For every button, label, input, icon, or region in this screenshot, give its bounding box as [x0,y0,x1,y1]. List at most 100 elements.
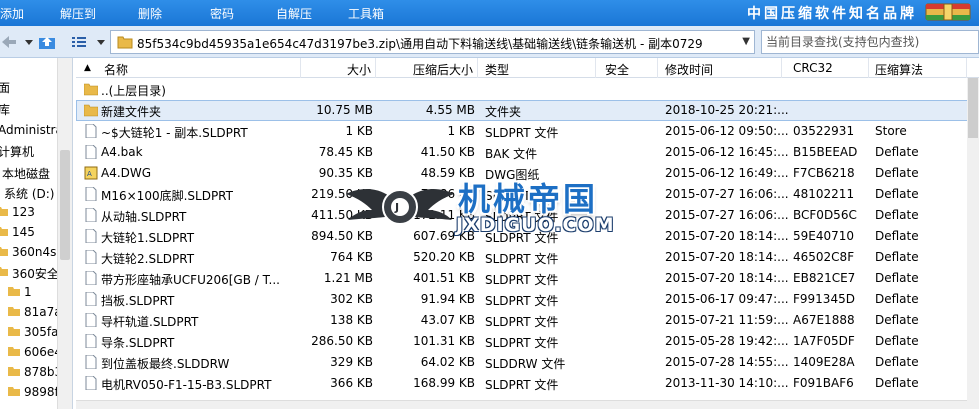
file-packed-size: 520.20 KB [413,250,475,264]
view-list-icon[interactable] [70,34,88,50]
file-size: 302 KB [330,292,373,306]
self-extract-button[interactable]: 自解压 [276,5,312,22]
up-folder-icon[interactable] [38,34,56,50]
file-modified: 2015-05-28 19:42:... [665,334,789,348]
file-modified: 2015-07-27 16:06:... [665,208,789,222]
table-row[interactable]: 导条.SLDPRT 286.50 KB 101.31 KB SLDPRT 文件 … [76,331,970,352]
table-row[interactable]: ~$大链轮1 - 副本.SLDPRT 1 KB 1 KB SLDPRT 文件 2… [76,121,970,142]
file-type: SLDPRT 文件 [485,252,559,266]
column-header-crc32[interactable]: CRC32 [782,58,869,78]
delete-button[interactable]: 删除 [138,5,162,22]
file-method: Deflate [875,271,919,285]
file-name: 挡板.SLDPRT [101,294,175,308]
file-icon [85,292,97,306]
file-crc32: 59E40710 [793,229,855,243]
file-method: Deflate [875,376,919,390]
file-icon [85,355,97,369]
table-row[interactable]: 新建文件夹 10.75 MB 4.55 MB 文件夹 2018-10-25 20… [76,100,970,121]
extract-to-button[interactable]: 解压到 [60,5,96,22]
toolbox-button[interactable]: 工具箱 [348,5,384,22]
file-list-scrollbar[interactable] [967,78,979,409]
address-dropdown-icon[interactable]: ▼ [742,36,750,47]
file-packed-size: 64.02 KB [420,355,475,369]
file-modified: 2015-06-12 16:49:... [665,166,789,180]
file-icon [85,145,97,159]
folder-icon [8,367,20,376]
table-row[interactable]: 导杆轨道.SLDPRT 138 KB 43.07 KB SLDPRT 文件 20… [76,310,970,331]
file-crc32: F091BAF6 [793,376,854,390]
svg-text:J: J [394,201,399,214]
table-row[interactable]: 电机RV050-F1-15-B3.SLDPRT 366 KB 168.99 KB… [76,373,970,394]
brand-logo-icon [925,3,971,21]
dropdown-arrow-icon[interactable] [20,34,38,50]
address-bar: 85f534c9bd45935a1e654c47d3197be3.zip\通用自… [0,26,979,58]
tree-scrollbar[interactable] [57,58,72,409]
file-packed-size: 1 KB [447,124,475,138]
file-packed-size: 401.51 KB [413,271,475,285]
table-row[interactable]: A4.bak 78.45 KB 41.50 KB BAK 文件 2015-06-… [76,142,970,163]
table-row[interactable]: 大链轮2.SLDPRT 764 KB 520.20 KB SLDPRT 文件 2… [76,247,970,268]
dwg-icon: A [84,166,98,180]
column-header-type[interactable]: 类型 [478,58,596,78]
file-size: 286.50 KB [311,334,373,348]
file-crc32: A67E1888 [793,313,855,327]
table-row[interactable]: 带方形座轴承UCFU206[GB / T... 1.21 MB 401.51 K… [76,268,970,289]
file-modified: 2015-07-20 18:14:... [665,229,789,243]
tree-scrollbar-thumb[interactable] [60,150,70,260]
file-packed-size: 41.50 KB [420,145,475,159]
folder-icon [84,104,98,117]
file-icon [85,313,97,327]
file-method: Deflate [875,187,919,201]
column-header-modified[interactable]: 修改时间 [658,58,782,78]
file-list-scrollbar-thumb[interactable] [968,78,978,138]
search-field[interactable] [761,30,979,54]
table-row[interactable]: 到位盖板最终.SLDDRW 329 KB 64.02 KB SLDDRW 文件 … [76,352,970,373]
column-header-size[interactable]: 大小 [301,58,376,78]
file-method: Deflate [875,208,919,222]
column-header-security[interactable]: 安全 [596,58,658,78]
file-packed-size: 91.94 KB [420,292,475,306]
file-method: Deflate [875,229,919,243]
table-row[interactable]: 挡板.SLDPRT 302 KB 91.94 KB SLDPRT 文件 2015… [76,289,970,310]
file-type: SLDPRT 文件 [485,273,559,287]
file-type: SLDPRT 文件 [485,378,559,392]
file-packed-size: 168.99 KB [413,376,475,390]
search-input[interactable] [762,31,978,53]
file-list-horizontal-scrollbar[interactable] [76,400,967,409]
file-size: 138 KB [330,313,373,327]
file-modified: 2015-06-12 09:50:... [665,124,789,138]
column-header-name[interactable]: ▲ 名称 [76,58,301,78]
sort-arrow-icon: ▲ [84,63,91,73]
file-method: Deflate [875,166,919,180]
file-type: 文件夹 [485,105,522,119]
file-icon [85,334,97,348]
folder-icon [8,387,20,396]
file-name: 大链轮1.SLDPRT [101,231,195,245]
add-button[interactable]: 添加 [0,5,24,22]
file-crc32: 1A7F05DF [793,334,855,348]
file-modified: 2015-07-20 18:14:... [665,271,789,285]
file-method: Deflate [875,355,919,369]
file-icon [85,250,97,264]
file-packed-size: 43.07 KB [420,313,475,327]
file-crc32: F7CB6218 [793,166,855,180]
file-name: 到位盖板最终.SLDDRW [101,357,230,371]
file-name: 新建文件夹 [101,105,162,119]
address-path-field[interactable]: 85f534c9bd45935a1e654c47d3197be3.zip\通用自… [110,30,755,54]
file-size: 764 KB [330,250,373,264]
file-name: M16×100底脚.SLDPRT [101,189,233,203]
column-header-packed-size[interactable]: 压缩后大小 [376,58,478,78]
table-row-parent-dir[interactable]: ..(上层目录) [76,79,970,100]
file-icon [85,208,97,222]
folder-icon [0,227,8,236]
file-name: ..(上层目录) [101,84,166,98]
file-type: SLDPRT 文件 [485,336,559,350]
password-button[interactable]: 密码 [210,5,234,22]
column-header-method[interactable]: 压缩算法 [869,58,967,78]
address-path-text: 85f534c9bd45935a1e654c47d3197be3.zip\通用自… [137,37,703,51]
view-dropdown-icon[interactable] [92,34,110,50]
folder-icon [8,287,20,296]
back-arrow-icon[interactable] [0,34,18,50]
file-method: Store [875,124,907,138]
file-method: Deflate [875,334,919,348]
